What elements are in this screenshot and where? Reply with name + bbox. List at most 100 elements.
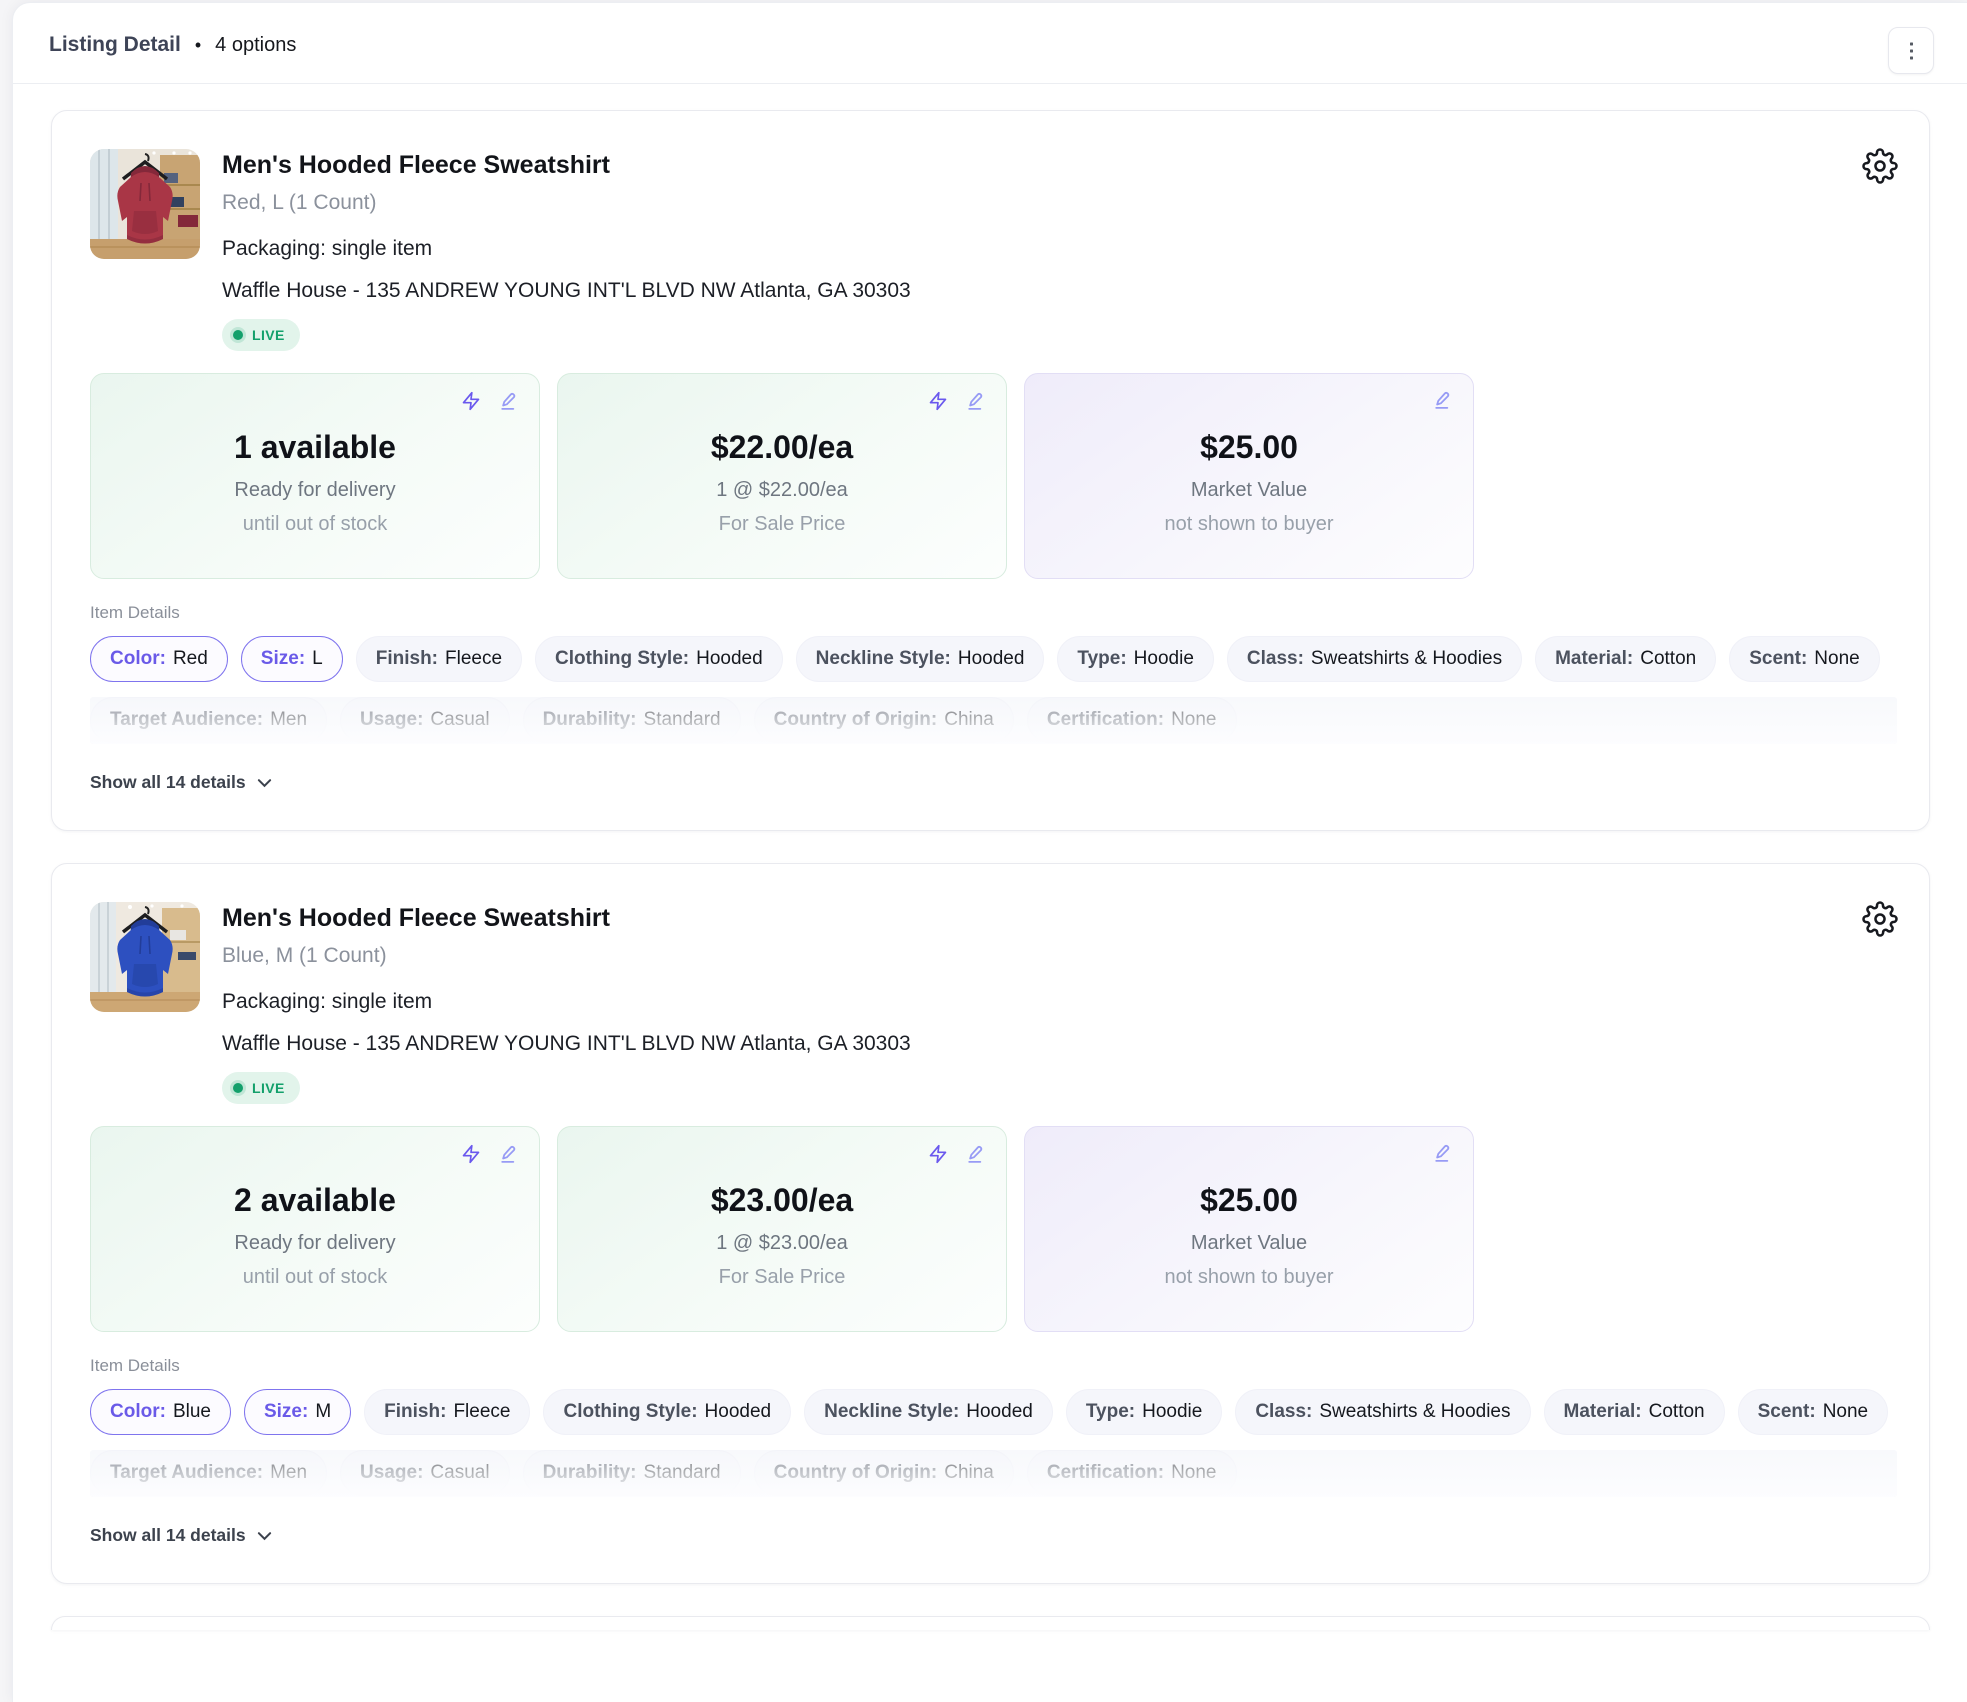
market-value-value: $25.00 (1200, 1182, 1298, 1219)
variant-text: Red, L (1 Count) (222, 191, 911, 215)
product-image (90, 149, 200, 259)
tag-value: Casual (430, 709, 489, 731)
market-value-line1: Market Value (1191, 479, 1307, 502)
tag-label: Type: (1086, 1401, 1135, 1423)
detail-tag-finish: Finish: Fleece (356, 636, 522, 682)
detail-tag-certification: Certification:None (1027, 1450, 1237, 1496)
gear-icon (1862, 148, 1898, 184)
availability-line2: until out of stock (243, 513, 388, 536)
tag-label: Type: (1077, 648, 1126, 670)
tag-value: Hooded (966, 1401, 1033, 1423)
show-all-details-button[interactable]: Show all 14 details (90, 1525, 272, 1546)
settings-gear-button[interactable] (1861, 147, 1899, 185)
product-title: Men's Hooded Fleece Sweatshirt (222, 151, 911, 180)
detail-tag-finish: Finish: Fleece (364, 1389, 530, 1435)
kebab-menu-icon (1909, 41, 1914, 61)
detail-tag-neckline-style: Neckline Style:Hooded (796, 636, 1045, 682)
tag-value: M (315, 1401, 331, 1423)
tag-value: Hooded (705, 1401, 772, 1423)
tag-value: None (1823, 1401, 1868, 1423)
tag-value: Hooded (696, 648, 763, 670)
availability-value: 1 available (234, 429, 396, 466)
tag-label: Usage: (360, 709, 423, 731)
sale-price-line1: 1 @ $23.00/ea (716, 1232, 848, 1255)
live-dot-icon (233, 1083, 243, 1093)
detail-tag-scent: Scent:None (1729, 636, 1880, 682)
listing-card-partial (51, 1616, 1930, 1630)
tag-value: Sweatshirts & Hoodies (1319, 1401, 1510, 1423)
tag-label: Color: (110, 1401, 166, 1423)
tag-value: Standard (644, 709, 721, 731)
tag-value: Casual (430, 1462, 489, 1484)
tag-value: China (944, 1462, 994, 1484)
tag-label: Country of Origin: (774, 709, 938, 731)
tag-value: Hooded (958, 648, 1025, 670)
tag-value: Cotton (1640, 648, 1696, 670)
tag-value: Men (270, 1462, 307, 1484)
tag-label: Clothing Style: (563, 1401, 697, 1423)
availability-line1: Ready for delivery (234, 479, 395, 502)
item-details-label: Item Details (90, 603, 1897, 623)
detail-tag-class: Class:Sweatshirts & Hoodies (1227, 636, 1522, 682)
detail-tag-durability: Durability:Standard (523, 697, 741, 743)
item-details-tags-row2-collapsed: Target Audience: Men Usage: Casual Durabil… (90, 1450, 1897, 1497)
sale-price-value: $22.00/ea (711, 429, 853, 466)
detail-tag-certification: Certification: None (1027, 697, 1237, 743)
tag-value: None (1171, 709, 1216, 731)
sale-price-value: $23.00/ea (711, 1182, 853, 1219)
page-title: Listing Detail (49, 33, 181, 57)
tag-label: Material: (1564, 1401, 1642, 1423)
tag-label: Target Audience: (110, 1462, 263, 1484)
sale-price-line2: For Sale Price (719, 1266, 846, 1289)
tag-label: Usage: (360, 1462, 423, 1484)
tag-value: None (1814, 648, 1859, 670)
tag-label: Certification: (1047, 1462, 1164, 1484)
sale-price-line1: 1 @ $22.00/ea (716, 479, 848, 502)
listing-card: Men's Hooded Fleece Sweatshirt Red, L (1… (51, 110, 1930, 831)
stat-card-market-value: $25.00 Market Value not shown to buyer (1024, 1126, 1474, 1332)
tag-label: Durability: (543, 1462, 637, 1484)
tag-label: Neckline Style: (824, 1401, 959, 1423)
variant-tag-color[interactable]: Color: Red (90, 636, 228, 682)
tag-label: Finish: (376, 648, 438, 670)
market-value-line1: Market Value (1191, 1232, 1307, 1255)
tag-value: L (312, 648, 323, 670)
stat-cards-row: 1 available Ready for delivery until out… (90, 373, 1897, 579)
stat-card-availability: 1 available Ready for delivery until out… (90, 373, 540, 579)
availability-line2: until out of stock (243, 1266, 388, 1289)
chevron-down-icon (257, 778, 272, 788)
product-title: Men's Hooded Fleece Sweatshirt (222, 904, 911, 933)
tag-label: Color: (110, 648, 166, 670)
detail-tag-country-of-origin: Country of Origin:China (754, 1450, 1014, 1496)
settings-gear-button[interactable] (1861, 900, 1899, 938)
tag-label: Certification: (1047, 709, 1164, 731)
stat-card-market-value: $25.00 Market Value not shown to buyer (1024, 373, 1474, 579)
availability-value: 2 available (234, 1182, 396, 1219)
live-status-badge: LIVE (222, 319, 300, 351)
variant-tag-size[interactable]: Size: M (244, 1389, 351, 1435)
detail-tag-usage: Usage: Casual (340, 1450, 510, 1496)
gear-icon (1862, 901, 1898, 937)
variant-tag-color[interactable]: Color:Blue (90, 1389, 231, 1435)
tag-label: Size: (264, 1401, 308, 1423)
show-all-details-button[interactable]: Show all 14 details (90, 772, 272, 793)
show-all-details-label: Show all 14 details (90, 772, 246, 793)
options-count: 4 options (215, 34, 296, 57)
detail-tag-usage: Usage: Casual (340, 697, 510, 743)
tag-value: Fleece (445, 648, 502, 670)
tag-label: Finish: (384, 1401, 446, 1423)
tag-value: Red (173, 648, 208, 670)
tag-value: Fleece (453, 1401, 510, 1423)
listing-card: Men's Hooded Fleece Sweatshirt Blue, M (… (51, 863, 1930, 1584)
tag-value: Cotton (1649, 1401, 1705, 1423)
item-details-tags-row1: Color:Red Size:L Finish:Fleece Clothing … (90, 636, 1897, 682)
kebab-menu-button[interactable] (1888, 27, 1934, 74)
location-text: Waffle House - 135 ANDREW YOUNG INT'L BL… (222, 279, 911, 303)
market-value-line2: not shown to buyer (1165, 1266, 1334, 1289)
variant-tag-size[interactable]: Size:L (241, 636, 343, 682)
tag-value: Hoodie (1134, 648, 1194, 670)
product-image (90, 902, 200, 1012)
listing-cards-container: Men's Hooded Fleece Sweatshirt Red, L (1… (13, 84, 1967, 1630)
detail-tag-material: Material:Cotton (1535, 636, 1716, 682)
variant-text: Blue, M (1 Count) (222, 944, 911, 968)
